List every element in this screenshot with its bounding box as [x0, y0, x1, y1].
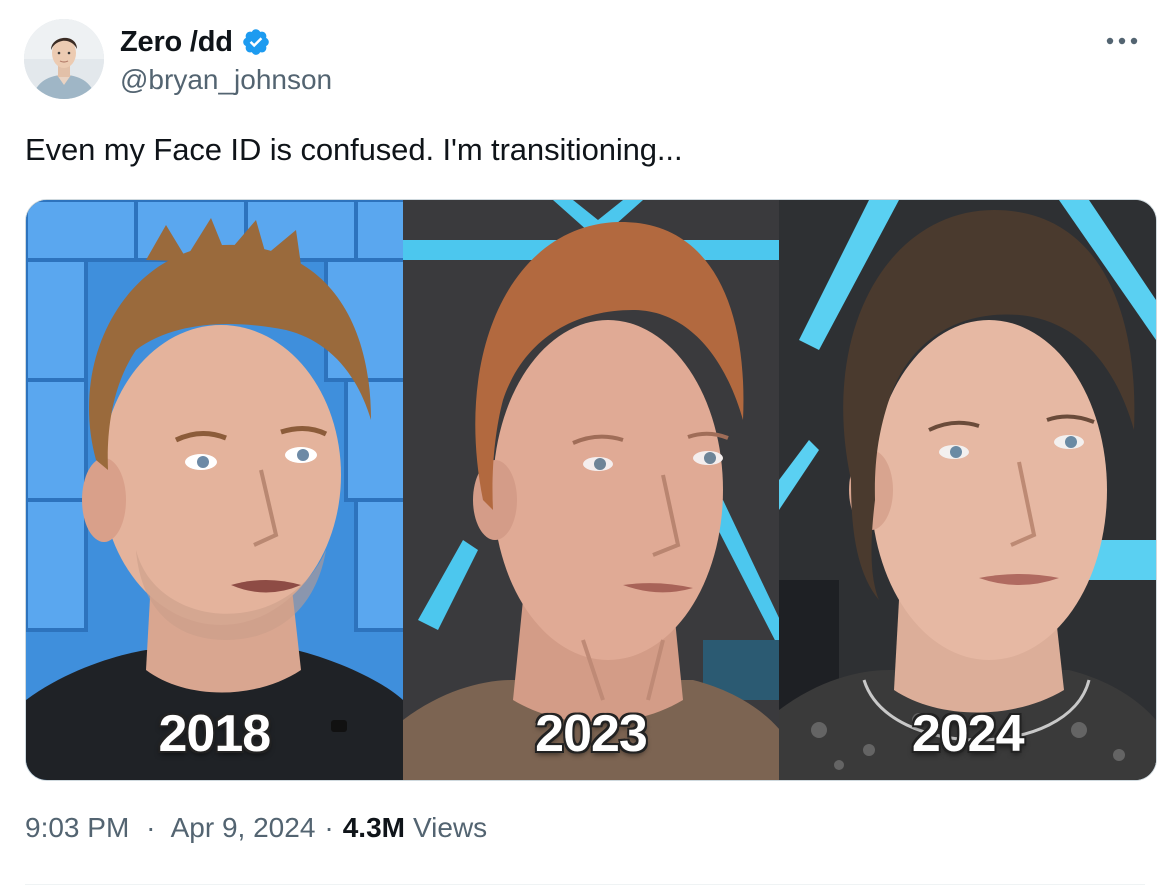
name-row: Zero /dd	[120, 22, 332, 62]
portrait-image	[402, 200, 780, 780]
portrait-image	[26, 200, 403, 780]
views-label: Views	[412, 812, 488, 843]
more-options-button[interactable]	[1102, 26, 1142, 56]
tweet-header: Zero /dd @bryan_johnson	[24, 18, 1146, 100]
media-panel-2024[interactable]: 2024	[779, 200, 1156, 780]
handle[interactable]: @bryan_johnson	[120, 64, 332, 96]
tweet-meta: 9:03 PM · Apr 9, 2024 · 4.3M Views	[25, 812, 487, 844]
more-horizontal-icon	[1106, 37, 1138, 45]
separator: ·	[324, 812, 334, 843]
media-panel-2023[interactable]: 2023	[402, 200, 780, 780]
avatar-image	[24, 19, 104, 99]
tweet-time-link[interactable]: 9:03 PM · Apr 9, 2024	[25, 812, 315, 844]
tweet-media[interactable]: 2018 2023 2024	[25, 199, 1157, 781]
avatar[interactable]	[24, 19, 104, 99]
tweet-time: 9:03 PM	[25, 812, 130, 843]
divider	[25, 884, 1145, 885]
author-identity: Zero /dd @bryan_johnson	[120, 22, 332, 96]
tweet-text: Even my Face ID is confused. I'm transit…	[25, 132, 683, 167]
separator: ·	[146, 812, 156, 843]
year-label: 2018	[158, 705, 271, 763]
verified-badge-icon	[241, 27, 271, 57]
portrait-image	[779, 200, 1156, 780]
views-count[interactable]: 4.3M	[343, 812, 405, 844]
media-panel-2018[interactable]: 2018	[26, 200, 403, 780]
tweet-date: Apr 9, 2024	[170, 812, 316, 843]
year-label: 2024	[911, 705, 1025, 763]
display-name[interactable]: Zero /dd	[120, 26, 233, 59]
year-label: 2023	[535, 705, 648, 763]
